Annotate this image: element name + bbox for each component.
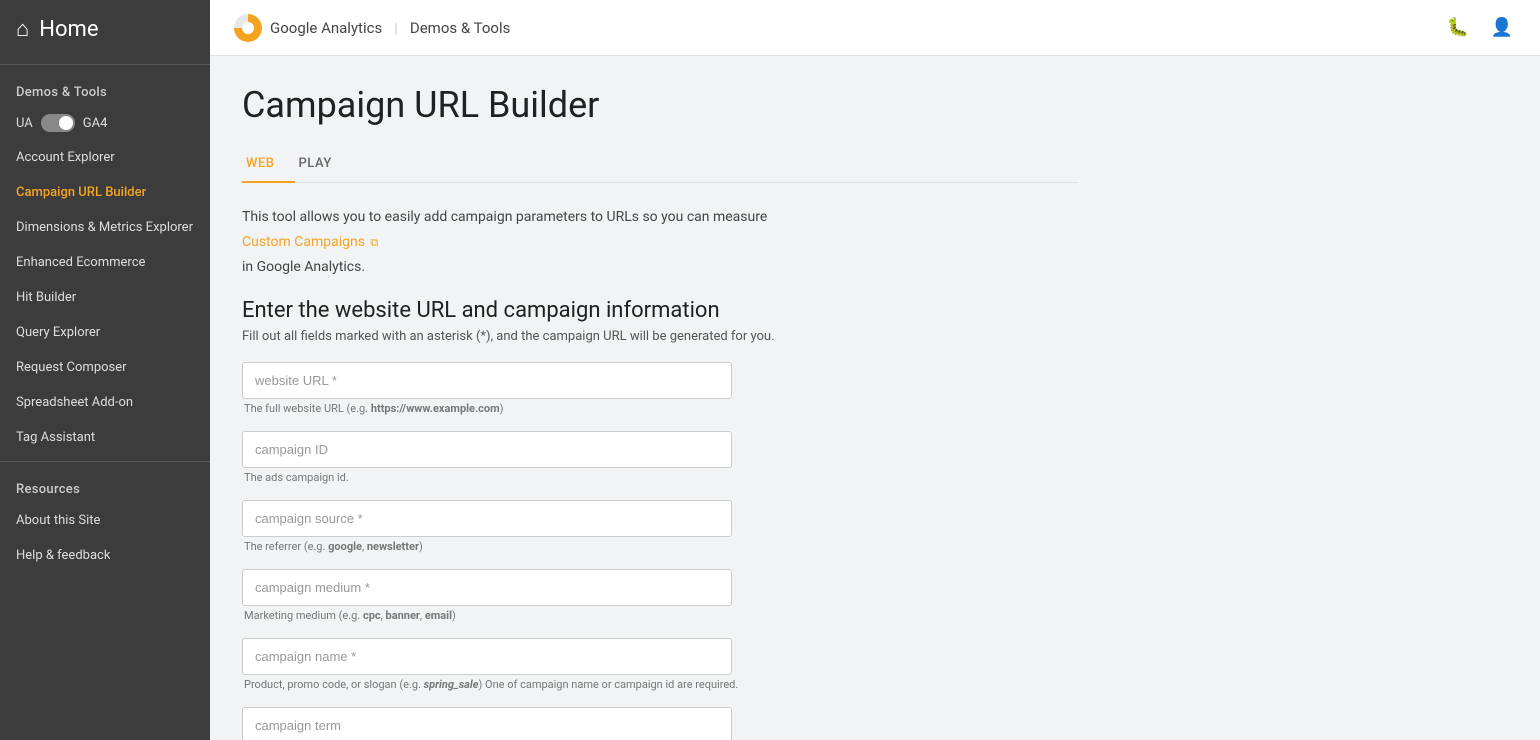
campaign-medium-hint: Marketing medium (e.g. cpc, banner, emai… [242, 609, 1078, 622]
resources-section-label: Resources [0, 468, 210, 503]
description-line2: Custom Campaigns ⧉ [242, 232, 1078, 253]
home-label: Home [39, 17, 98, 42]
campaign-source-hint: The referrer (e.g. google, newsletter) [242, 540, 1078, 553]
ua-ga4-toggle-row: UA GA4 [0, 106, 210, 140]
main-content: Google Analytics | Demos & Tools 🐛 👤 Cam… [210, 0, 1540, 740]
topbar-divider: | [394, 19, 398, 37]
tab-web[interactable]: WEB [242, 146, 295, 183]
campaign-source-input[interactable] [242, 500, 732, 537]
campaign-term-input[interactable] [242, 707, 732, 740]
topbar-logo-text: Google Analytics [270, 19, 382, 37]
page-title: Campaign URL Builder [242, 84, 1078, 126]
bug-icon[interactable]: 🐛 [1444, 14, 1472, 42]
topbar-icons: 🐛 👤 [1444, 14, 1516, 42]
custom-campaigns-link[interactable]: Custom Campaigns ⧉ [242, 234, 378, 250]
sidebar-item-enhanced-ecommerce[interactable]: Enhanced Ecommerce [0, 245, 210, 280]
content-area: Campaign URL Builder WEB PLAY This tool … [210, 56, 1110, 740]
user-icon[interactable]: 👤 [1488, 14, 1516, 42]
ga4-label: GA4 [83, 116, 108, 131]
campaign-id-input[interactable] [242, 431, 732, 468]
campaign-medium-input[interactable] [242, 569, 732, 606]
sidebar-item-request-composer[interactable]: Request Composer [0, 350, 210, 385]
sidebar-item-campaign-url-builder[interactable]: Campaign URL Builder [0, 175, 210, 210]
website-url-input[interactable] [242, 362, 732, 399]
campaign-id-hint: The ads campaign id. [242, 471, 1078, 484]
campaign-name-group: Product, promo code, or slogan (e.g. spr… [242, 638, 1078, 691]
tab-play[interactable]: PLAY [295, 146, 352, 183]
sidebar-item-help[interactable]: Help & feedback [0, 538, 210, 573]
campaign-source-group: The referrer (e.g. google, newsletter) [242, 500, 1078, 553]
description-line3: in Google Analytics. [242, 257, 1078, 278]
divider [0, 64, 210, 65]
sidebar: ⌂ Home Demos & Tools UA GA4 Account Expl… [0, 0, 210, 740]
topbar: Google Analytics | Demos & Tools 🐛 👤 [210, 0, 1540, 56]
ua-label: UA [16, 116, 33, 131]
sidebar-item-about[interactable]: About this Site [0, 503, 210, 538]
campaign-medium-group: Marketing medium (e.g. cpc, banner, emai… [242, 569, 1078, 622]
sidebar-item-account-explorer[interactable]: Account Explorer [0, 140, 210, 175]
toggle-knob [59, 116, 73, 130]
website-url-group: The full website URL (e.g. https://www.e… [242, 362, 1078, 415]
external-link-icon: ⧉ [370, 236, 378, 249]
sidebar-item-query-explorer[interactable]: Query Explorer [0, 315, 210, 350]
campaign-id-group: The ads campaign id. [242, 431, 1078, 484]
campaign-term-group: Identify the paid keywords [242, 707, 1078, 740]
topbar-subtitle: Demos & Tools [410, 19, 510, 37]
topbar-logo: Google Analytics | Demos & Tools [234, 14, 510, 42]
sidebar-item-hit-builder[interactable]: Hit Builder [0, 280, 210, 315]
ga-logo-icon [234, 14, 262, 42]
sidebar-item-tag-assistant[interactable]: Tag Assistant [0, 420, 210, 455]
sidebar-item-dimensions-metrics[interactable]: Dimensions & Metrics Explorer [0, 210, 210, 245]
home-icon: ⌂ [16, 16, 29, 42]
home-nav-item[interactable]: ⌂ Home [0, 0, 210, 58]
demos-tools-section-label: Demos & Tools [0, 71, 210, 106]
resources-divider [0, 461, 210, 462]
sidebar-item-spreadsheet-addon[interactable]: Spreadsheet Add-on [0, 385, 210, 420]
website-url-hint: The full website URL (e.g. https://www.e… [242, 402, 1078, 415]
campaign-name-hint: Product, promo code, or slogan (e.g. spr… [242, 678, 1078, 691]
campaign-name-input[interactable] [242, 638, 732, 675]
section-subtext: Fill out all fields marked with an aster… [242, 329, 1078, 344]
tabs: WEB PLAY [242, 146, 1078, 183]
ua-ga4-toggle[interactable] [41, 114, 75, 132]
section-heading: Enter the website URL and campaign infor… [242, 298, 1078, 323]
description-line1: This tool allows you to easily add campa… [242, 207, 1078, 228]
